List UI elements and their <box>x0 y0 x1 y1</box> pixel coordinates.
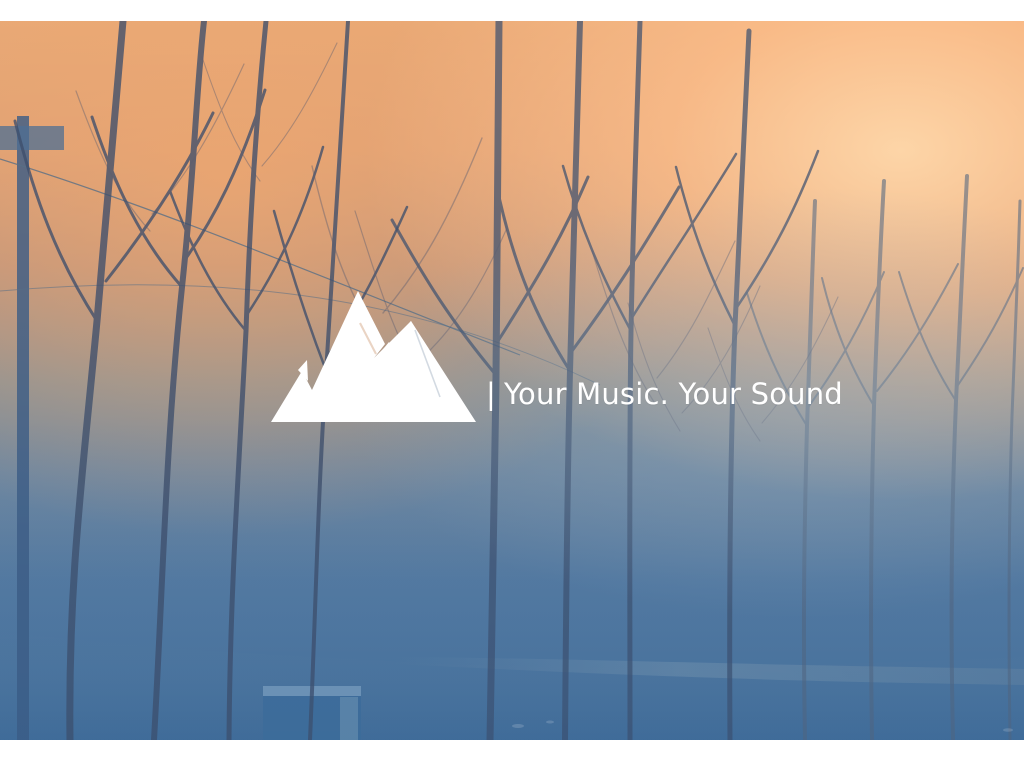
mountain-logo-icon <box>271 291 476 422</box>
brand-lockup: | Your Music. Your Sound <box>271 283 881 423</box>
tagline-text: Your Music. Your Sound <box>503 377 843 411</box>
brand-tagline: | Your Music. Your Sound <box>486 380 843 423</box>
brand-separator: | <box>486 377 496 411</box>
page-frame: | Your Music. Your Sound <box>0 0 1024 768</box>
